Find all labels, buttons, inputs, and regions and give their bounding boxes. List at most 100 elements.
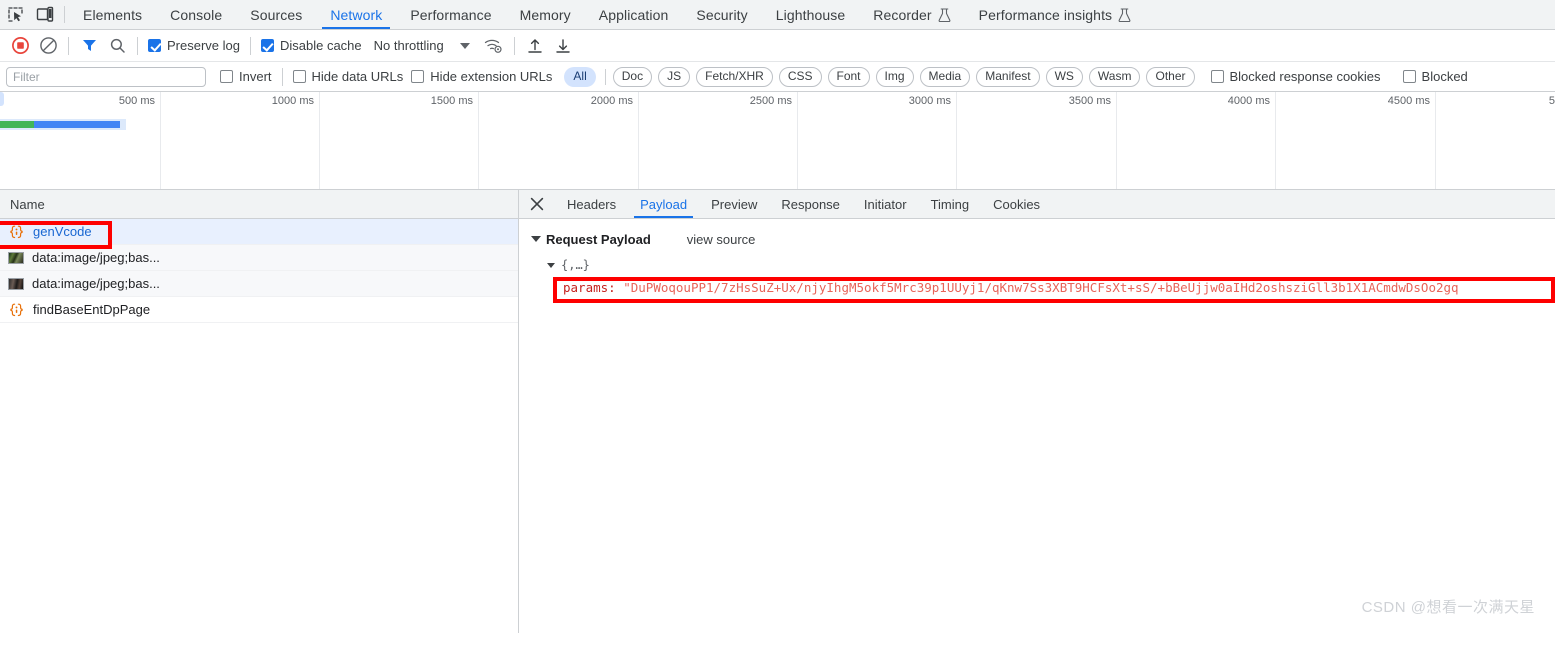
- table-row[interactable]: findBaseEntDpPage: [0, 297, 518, 323]
- network-overview-timeline[interactable]: 500 ms 1000 ms 1500 ms 2000 ms 2500 ms 3…: [0, 92, 1555, 190]
- tab-network[interactable]: Network: [316, 0, 396, 29]
- ruler-divider: [1275, 92, 1276, 189]
- type-pill-media[interactable]: Media: [919, 66, 971, 87]
- request-payload-section-header[interactable]: Request Payload view source: [519, 229, 1555, 249]
- controls-divider-3: [249, 36, 251, 55]
- type-pill-wasm[interactable]: Wasm: [1088, 66, 1141, 87]
- record-stop-icon[interactable]: [6, 33, 34, 59]
- controls-divider-4: [513, 36, 515, 55]
- type-pill-divider: [604, 68, 606, 85]
- type-pill-doc[interactable]: Doc: [612, 66, 653, 87]
- type-pill-all[interactable]: All: [564, 66, 596, 87]
- beaker-icon: [1118, 7, 1131, 22]
- tab-response[interactable]: Response: [769, 190, 852, 218]
- tab-memory[interactable]: Memory: [506, 0, 585, 29]
- toolbar-divider: [64, 6, 65, 23]
- type-pill-img[interactable]: Img: [875, 66, 914, 87]
- ruler-label-4500ms: 4500 ms: [1387, 95, 1430, 107]
- search-icon[interactable]: [103, 33, 131, 59]
- type-pill-js[interactable]: JS: [658, 66, 691, 87]
- filter-input[interactable]: [6, 66, 206, 87]
- view-source-link[interactable]: view source: [687, 232, 756, 247]
- tab-elements[interactable]: Elements: [69, 0, 156, 29]
- payload-object-node[interactable]: {,…}: [519, 254, 1555, 276]
- preserve-log-checkbox[interactable]: Preserve log: [144, 38, 244, 53]
- export-har-icon[interactable]: [549, 33, 577, 59]
- json-braces-icon: [8, 302, 25, 317]
- ruler-divider: [956, 92, 957, 189]
- ruler-divider: [160, 92, 161, 189]
- request-list-pane: Name genVcode data:image/jpeg;bas... dat…: [0, 190, 519, 633]
- invert-label: Invert: [239, 69, 272, 84]
- tab-timing[interactable]: Timing: [919, 190, 982, 218]
- type-pill-font[interactable]: Font: [827, 66, 870, 87]
- table-row[interactable]: data:image/jpeg;bas...: [0, 271, 518, 297]
- ruler-divider: [1116, 92, 1117, 189]
- tab-console[interactable]: Console: [156, 0, 236, 29]
- ruler-label-1500ms: 1500 ms: [430, 95, 473, 107]
- table-row[interactable]: data:image/jpeg;bas...: [0, 245, 518, 271]
- type-pill-ws[interactable]: WS: [1045, 66, 1083, 87]
- throttling-select[interactable]: No throttling: [366, 38, 446, 53]
- hide-data-urls-checkbox[interactable]: Hide data URLs: [289, 69, 408, 84]
- ruler-divider: [638, 92, 639, 189]
- tab-performance-insights[interactable]: Performance insights: [965, 0, 1146, 29]
- tab-initiator[interactable]: Initiator: [852, 190, 919, 218]
- request-name: genVcode: [33, 224, 92, 239]
- tab-sources-label: Sources: [250, 6, 303, 23]
- tab-sources[interactable]: Sources: [236, 0, 316, 29]
- ruler-divider: [797, 92, 798, 189]
- tab-application[interactable]: Application: [585, 0, 683, 29]
- disable-cache-checkbox[interactable]: Disable cache: [257, 38, 366, 53]
- type-pill-manifest[interactable]: Manifest: [976, 66, 1040, 87]
- csdn-watermark: CSDN @想看一次满天星: [1361, 599, 1535, 616]
- tab-performance[interactable]: Performance: [396, 0, 505, 29]
- triangle-down-small-icon[interactable]: [547, 262, 555, 268]
- devtools-tabbar: Elements Console Sources Network Perform…: [0, 0, 1555, 30]
- filter-divider-1: [281, 67, 283, 86]
- type-pill-css[interactable]: CSS: [778, 66, 822, 87]
- tab-payload[interactable]: Payload: [628, 190, 699, 218]
- tab-performance-label: Performance: [410, 6, 492, 23]
- overview-bar-download: [34, 121, 120, 128]
- clear-network-log-icon[interactable]: [34, 33, 62, 59]
- blocked-response-cookies-checkbox[interactable]: Blocked response cookies: [1207, 69, 1385, 84]
- column-header-name: Name: [10, 196, 45, 212]
- disable-cache-label: Disable cache: [279, 38, 362, 53]
- invert-checkbox[interactable]: Invert: [216, 69, 276, 84]
- import-har-icon[interactable]: [521, 33, 549, 59]
- tab-lighthouse[interactable]: Lighthouse: [762, 0, 860, 29]
- tab-performance-insights-label: Performance insights: [978, 6, 1113, 23]
- blocked-requests-checkbox[interactable]: Blocked: [1399, 69, 1472, 84]
- request-list-header[interactable]: Name: [0, 190, 518, 219]
- ruler-label-2000ms: 2000 ms: [590, 95, 633, 107]
- json-braces-icon: [8, 224, 25, 239]
- network-conditions-wifi-icon[interactable]: [480, 33, 508, 59]
- filter-funnel-icon[interactable]: [75, 33, 103, 59]
- close-icon[interactable]: [519, 190, 555, 218]
- invert-checkbox-box: [220, 70, 233, 83]
- tab-preview[interactable]: Preview: [699, 190, 769, 218]
- payload-body: Request Payload view source {,…} params:…: [519, 219, 1555, 303]
- overview-left-handle[interactable]: [0, 92, 4, 106]
- tab-cookies[interactable]: Cookies: [981, 190, 1052, 218]
- type-pill-other[interactable]: Other: [1146, 66, 1195, 87]
- tab-application-label: Application: [598, 6, 669, 23]
- payload-params-key: params:: [563, 280, 616, 295]
- table-row[interactable]: genVcode: [0, 219, 518, 245]
- tab-security[interactable]: Security: [682, 0, 761, 29]
- ruler-label-3500ms: 3500 ms: [1068, 95, 1111, 107]
- ruler-label-3000ms: 3000 ms: [908, 95, 951, 107]
- triangle-down-icon[interactable]: [531, 236, 541, 242]
- tab-headers[interactable]: Headers: [555, 190, 628, 218]
- type-pill-fetch-xhr[interactable]: Fetch/XHR: [696, 66, 773, 87]
- inspect-element-icon[interactable]: [0, 0, 30, 29]
- tab-security-label: Security: [696, 6, 748, 23]
- controls-divider: [68, 36, 69, 55]
- tab-recorder[interactable]: Recorder: [859, 0, 964, 29]
- tab-network-label: Network: [330, 6, 383, 23]
- hide-extension-urls-checkbox[interactable]: Hide extension URLs: [407, 69, 556, 84]
- chevron-down-icon[interactable]: [459, 42, 470, 49]
- device-toolbar-icon[interactable]: [30, 0, 60, 29]
- ruler-label-1000ms: 1000 ms: [271, 95, 314, 107]
